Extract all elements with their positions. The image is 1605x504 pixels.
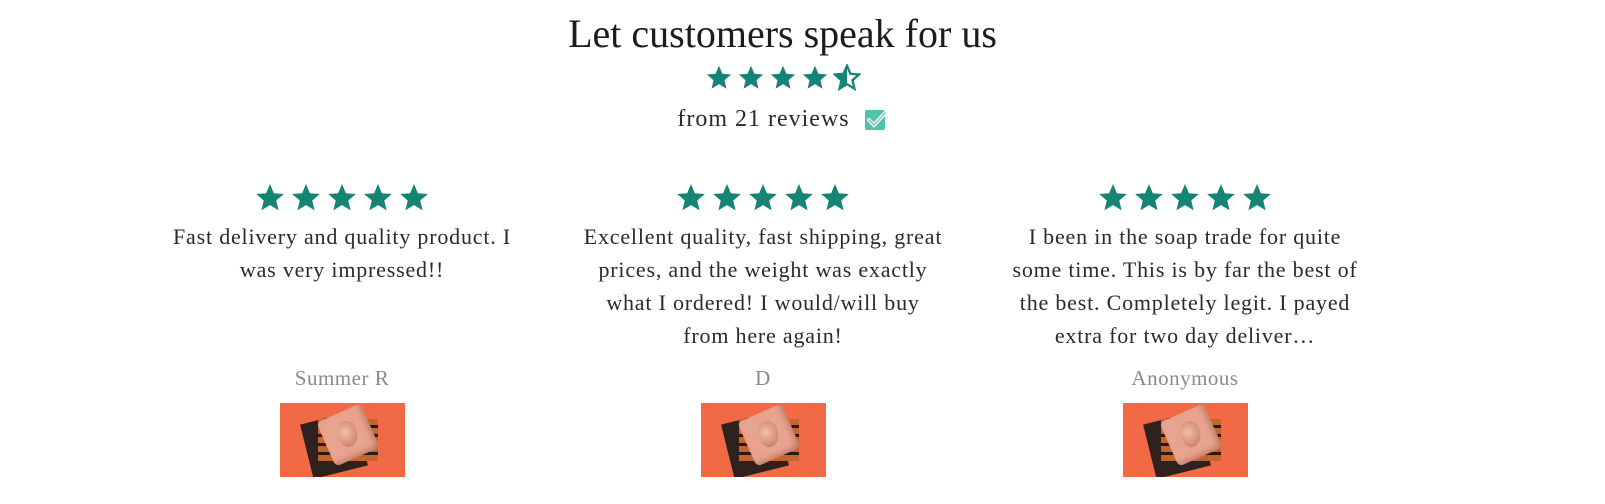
star-full-icon (711, 182, 743, 216)
star-full-icon (801, 64, 829, 92)
review-star-rating (1005, 182, 1365, 216)
star-full-icon (290, 182, 322, 216)
review-card: I been in the soap trade for quite some … (1005, 182, 1365, 477)
reviewer-name: D (755, 366, 771, 390)
star-full-icon (1205, 182, 1237, 216)
star-full-icon (1097, 182, 1129, 216)
star-full-icon (705, 64, 733, 92)
star-half-icon (832, 64, 861, 92)
star-full-icon (254, 182, 286, 216)
review-card: Excellent quality, fast shipping, great … (583, 182, 943, 477)
star-full-icon (398, 182, 430, 216)
review-photo[interactable] (1122, 403, 1248, 477)
star-full-icon (819, 182, 851, 216)
review-card: Fast delivery and quality product. I was… (162, 182, 522, 477)
star-full-icon (362, 182, 394, 216)
summary-star-rating (0, 64, 1565, 92)
verified-check-icon (864, 108, 889, 132)
star-full-icon (1169, 182, 1201, 216)
reviewer-name: Summer R (294, 366, 390, 390)
star-full-icon (1241, 182, 1273, 216)
review-text: I been in the soap trade for quite some … (1012, 224, 1358, 348)
review-text: Fast delivery and quality product. I was… (173, 224, 511, 282)
star-full-icon (326, 182, 358, 216)
review-star-rating (162, 182, 522, 216)
star-full-icon (737, 64, 765, 92)
reviewer-name: Anonymous (1131, 366, 1239, 390)
star-full-icon (769, 64, 797, 92)
review-photo[interactable] (279, 403, 405, 477)
star-full-icon (675, 182, 707, 216)
section-title: Let customers speak for us (568, 11, 997, 56)
review-text: Excellent quality, fast shipping, great … (583, 224, 943, 348)
star-full-icon (747, 182, 779, 216)
review-count-summary[interactable]: from 21 reviews (0, 106, 1565, 133)
star-full-icon (1133, 182, 1165, 216)
review-photo[interactable] (700, 403, 826, 477)
review-count-text[interactable]: from 21 reviews (677, 106, 849, 133)
star-full-icon (783, 182, 815, 216)
review-star-rating (583, 182, 943, 216)
